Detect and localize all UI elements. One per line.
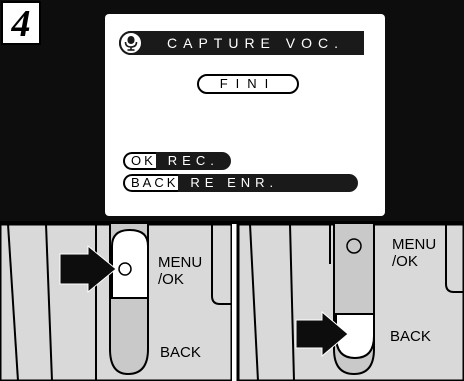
back-action-label: RE ENR. — [178, 174, 359, 192]
back-key[interactable]: BACK — [123, 174, 187, 192]
menu-ok-button[interactable] — [111, 228, 149, 299]
button-illustrations: MENU /OK BACK MENU /OK BACK — [0, 224, 464, 381]
fini-button[interactable]: FINI — [197, 74, 299, 94]
lcd-display: CAPTURE VOC. FINI OK REC. BACK RE ENR. — [105, 14, 385, 216]
camera-screen-panel: 4 CAPTURE VOC. FINI OK REC. BACK RE ENR. — [0, 0, 464, 224]
left-back-label: BACK — [160, 344, 201, 361]
ok-action-label: REC. — [155, 152, 231, 170]
microphone-icon — [119, 31, 143, 55]
ok-record-row: OK REC. — [123, 152, 231, 170]
lcd-header-bar: CAPTURE VOC. — [119, 31, 364, 55]
lcd-title: CAPTURE VOC. — [167, 35, 345, 51]
step-badge: 4 — [1, 1, 41, 45]
right-back-label: BACK — [390, 328, 431, 345]
right-menu-ok-label: MENU /OK — [392, 236, 437, 270]
left-menu-ok-label: MENU /OK — [158, 254, 203, 288]
back-rerecord-row: BACK RE ENR. — [123, 174, 359, 192]
step-number: 4 — [11, 3, 31, 45]
